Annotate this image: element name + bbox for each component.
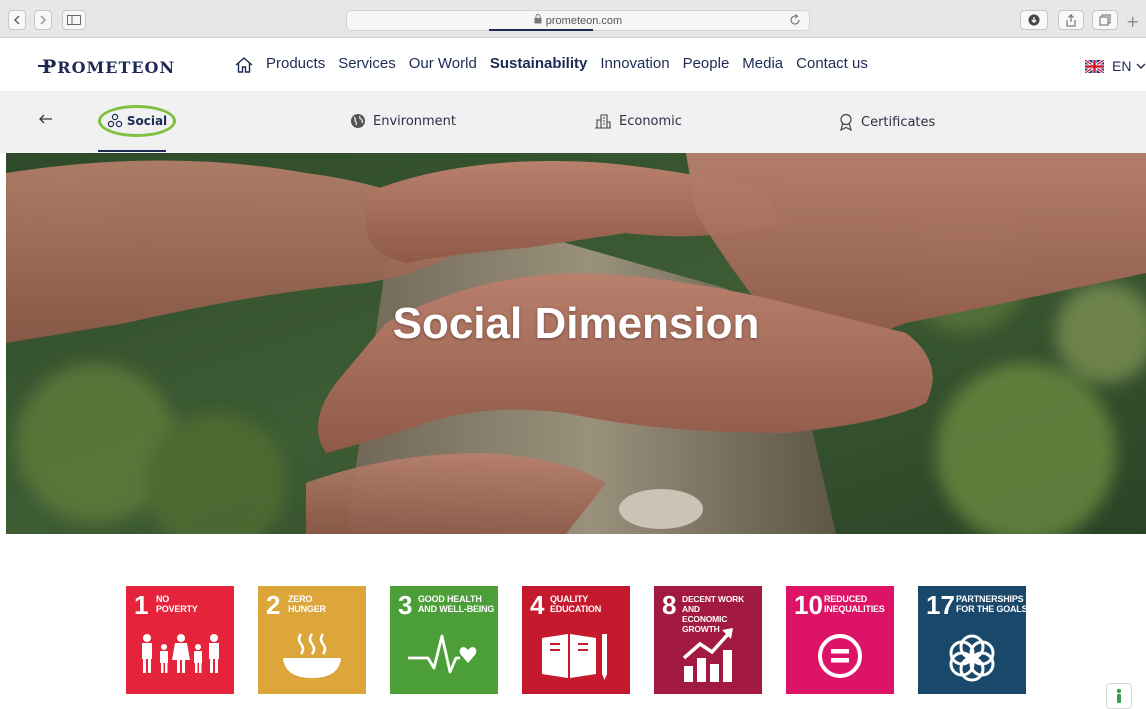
address-bar[interactable]: prometeon.com <box>346 10 810 31</box>
main-menu: Products Services Our World Sustainabili… <box>266 55 881 72</box>
nav-item-contact-us[interactable]: Contact us <box>796 55 868 72</box>
building-icon <box>595 114 611 129</box>
language-label: EN <box>1112 58 1132 74</box>
rings-icon <box>918 630 1026 686</box>
family-icon <box>126 632 234 676</box>
share-icon[interactable] <box>1058 10 1084 30</box>
bowl-icon <box>258 630 366 680</box>
home-icon[interactable] <box>234 55 254 79</box>
award-ribbon-icon <box>840 113 852 131</box>
hero-banner: Social Dimension <box>6 153 1146 534</box>
sdg-tile-3[interactable]: 3 GOOD HEALTH AND WELL-BEING <box>390 586 498 694</box>
lock-icon <box>534 14 542 27</box>
globe-icon <box>351 114 365 128</box>
sdg-tile-4[interactable]: 4 QUALITY EDUCATION <box>522 586 630 694</box>
reload-icon[interactable] <box>789 14 801 29</box>
sdg-tile-10[interactable]: 10 REDUCED INEQUALITIES <box>786 586 894 694</box>
sdg-tile-8[interactable]: 8 DECENT WORK AND ECONOMIC GROWTH <box>654 586 762 694</box>
subnav-item-economic[interactable]: Economic <box>594 113 682 129</box>
back-arrow-icon[interactable] <box>8 10 26 30</box>
new-tab-icon[interactable]: + <box>1126 12 1139 31</box>
subnav-item-environment[interactable]: Environment <box>350 113 456 129</box>
sdg-tile-1[interactable]: 1 NO POVERTY <box>126 586 234 694</box>
equality-icon <box>786 630 894 682</box>
language-selector[interactable]: EN <box>1080 56 1146 76</box>
sdg-tile-2[interactable]: 2 ZERO HUNGER <box>258 586 366 694</box>
sidebar-toggle-icon[interactable] <box>62 10 86 30</box>
chevron-down-icon <box>1136 63 1146 69</box>
forward-arrow-icon[interactable] <box>34 10 52 30</box>
download-icon[interactable] <box>1020 10 1048 30</box>
nav-item-sustainability[interactable]: Sustainability <box>490 55 588 72</box>
subnav-social-label: Social <box>126 114 168 128</box>
nav-item-innovation[interactable]: Innovation <box>600 55 669 72</box>
sustainability-subnav: Social Environment Economic Certificates <box>0 91 1146 153</box>
uk-flag-icon <box>1085 59 1104 73</box>
growth-chart-icon <box>654 626 762 684</box>
nav-item-people[interactable]: People <box>683 55 730 72</box>
sdg-tile-17[interactable]: 17 PARTNERSHIPS FOR THE GOALS <box>918 586 1028 694</box>
hero-title: Social Dimension <box>392 299 760 348</box>
prometeon-logo[interactable]: PROMETEON <box>38 56 175 78</box>
accessibility-icon[interactable] <box>1106 683 1132 709</box>
subnav-item-certificates[interactable]: Certificates <box>838 113 935 131</box>
url-text: prometeon.com <box>545 14 623 27</box>
book-icon <box>522 630 630 682</box>
page-load-progress <box>489 29 593 31</box>
subnav-item-social[interactable]: Social <box>98 105 176 137</box>
active-subnav-underline <box>98 150 166 152</box>
nav-item-our-world[interactable]: Our World <box>409 55 477 72</box>
main-navigation: PROMETEON Products Services Our World Su… <box>0 39 1146 91</box>
nav-item-services[interactable]: Services <box>338 55 396 72</box>
tabs-icon[interactable] <box>1092 10 1118 30</box>
nav-item-products[interactable]: Products <box>266 55 325 72</box>
back-arrow-icon[interactable] <box>38 111 54 131</box>
people-network-icon <box>107 113 123 128</box>
browser-toolbar: prometeon.com + <box>0 0 1146 38</box>
nav-item-media[interactable]: Media <box>742 55 783 72</box>
heartbeat-icon <box>390 630 498 680</box>
